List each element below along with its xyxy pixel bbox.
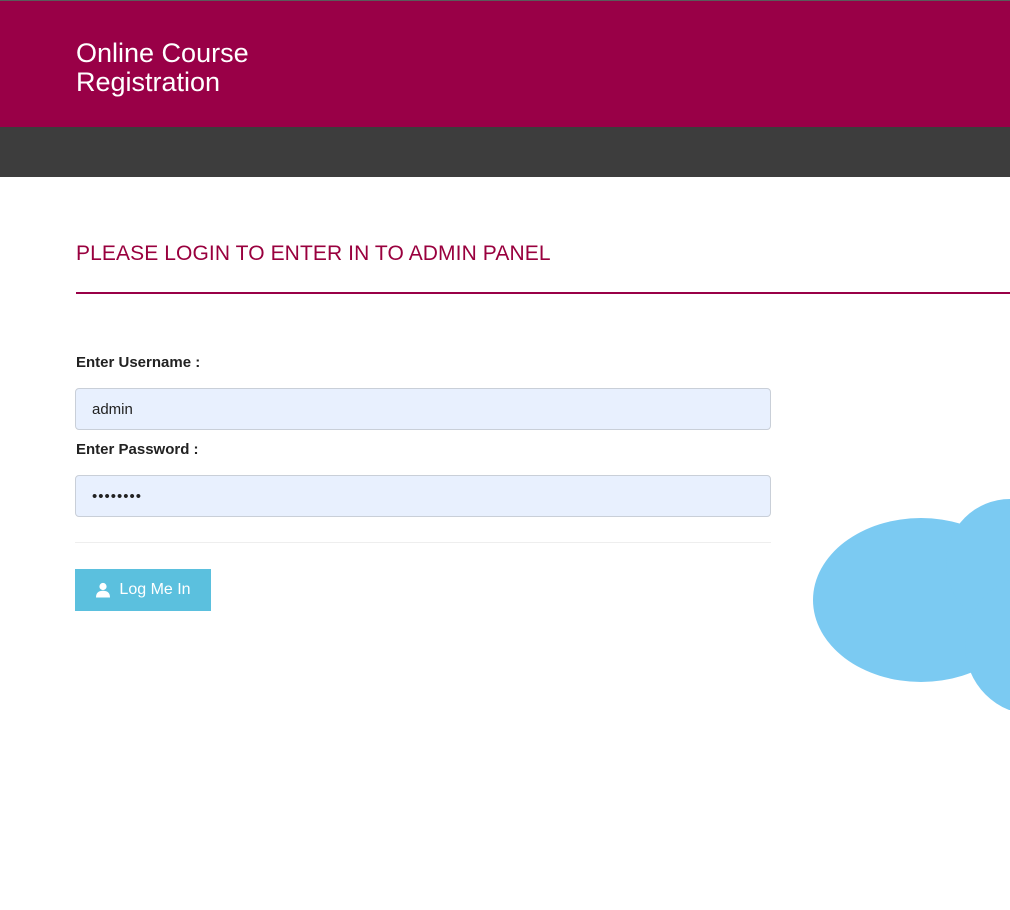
user-icon xyxy=(95,582,111,598)
cloud-icon xyxy=(813,465,1010,711)
username-input[interactable] xyxy=(75,388,771,430)
title-divider xyxy=(76,292,1010,294)
password-input[interactable] xyxy=(75,475,771,517)
site-header: Online Course Registration xyxy=(0,0,1010,127)
brand-line-2: Registration xyxy=(76,67,221,97)
username-label: Enter Username : xyxy=(76,354,201,371)
password-label: Enter Password : xyxy=(76,441,199,458)
page-title: PLEASE LOGIN TO ENTER IN TO ADMIN PANEL xyxy=(76,242,551,265)
login-button-label: Log Me In xyxy=(119,581,191,598)
site-brand[interactable]: Online Course Registration xyxy=(76,39,336,97)
login-button[interactable]: Log Me In xyxy=(75,569,211,611)
form-divider xyxy=(75,542,771,543)
brand-line-1: Online Course xyxy=(76,38,249,68)
navigation-bar xyxy=(0,127,1010,177)
